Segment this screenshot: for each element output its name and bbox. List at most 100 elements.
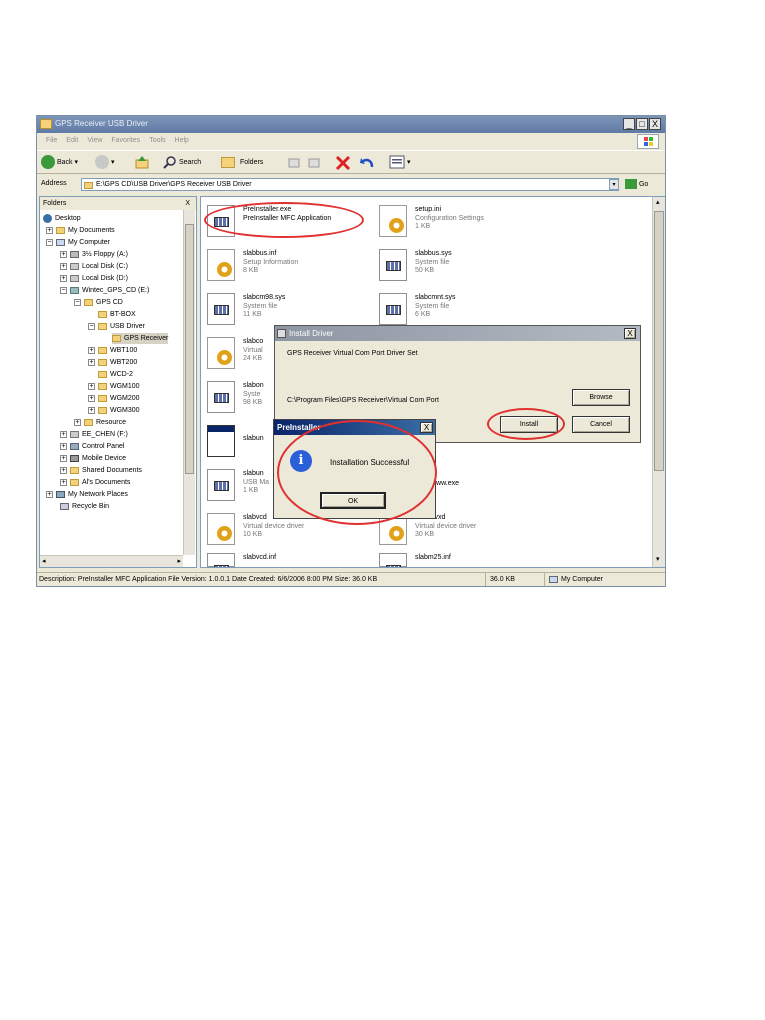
tree-item-control-panel[interactable]: + Control Panel	[60, 441, 124, 452]
tree-item-wgm100[interactable]: + WGM100	[88, 381, 140, 392]
scroll-right-icon[interactable]: ▸	[177, 557, 181, 565]
expand-icon[interactable]: +	[60, 430, 67, 438]
title-bar[interactable]: GPS Receiver USB Driver _ □ X	[37, 116, 665, 133]
back-button[interactable]: Back ▾	[41, 155, 78, 171]
expand-icon[interactable]: +	[74, 418, 81, 426]
tree-item-shared-documents[interactable]: + Shared Documents	[60, 465, 142, 476]
address-dropdown-button[interactable]: ▾	[609, 179, 619, 190]
install-dialog-titlebar[interactable]: Install Driver	[275, 326, 640, 341]
system-file-icon	[207, 381, 235, 413]
folder-icon	[56, 226, 65, 234]
delete-button[interactable]	[335, 155, 351, 171]
scroll-down-icon[interactable]: ▾	[656, 555, 660, 563]
file-slabbus-sys[interactable]: slabbus.sys System file 50 KB	[379, 247, 579, 287]
expand-icon[interactable]: +	[46, 226, 53, 234]
expand-icon[interactable]: +	[88, 382, 95, 390]
tree-item-network-places[interactable]: + My Network Places	[46, 489, 128, 500]
scroll-up-icon[interactable]: ▴	[656, 198, 660, 206]
expand-icon[interactable]: +	[88, 406, 95, 414]
file-slabm25-inf[interactable]: slabm25.inf	[379, 551, 579, 567]
expand-icon[interactable]: +	[46, 490, 53, 498]
tree-item-gps-receiver[interactable]: GPS Receiver	[112, 333, 169, 344]
go-arrow-icon	[625, 179, 637, 190]
expand-icon[interactable]: +	[60, 466, 67, 474]
menu-tools[interactable]: Tools	[149, 137, 165, 144]
tree-item-local-disk-d[interactable]: + Local Disk (D:)	[60, 273, 128, 284]
tree-item-als-documents[interactable]: + Al's Documents	[60, 477, 130, 488]
tree-item-my-computer[interactable]: − My Computer	[46, 237, 110, 248]
move-to-button[interactable]	[287, 155, 301, 171]
tree-item-wbt100[interactable]: + WBT100	[88, 345, 137, 356]
system-file-icon	[207, 553, 235, 567]
collapse-icon[interactable]: −	[46, 238, 53, 246]
file-slabbus-inf[interactable]: slabbus.inf Setup Information 8 KB	[207, 247, 407, 287]
tree-item-bt-box[interactable]: BT-BOX	[98, 309, 136, 320]
tree-item-gps-cd[interactable]: − GPS CD	[74, 297, 123, 308]
open-folder-icon	[112, 334, 121, 342]
content-vertical-scrollbar[interactable]: ▴ ▾	[652, 197, 665, 567]
menu-file[interactable]: File	[46, 137, 57, 144]
file-slabvcd-inf[interactable]: slabvcd.inf	[207, 551, 407, 567]
status-zone: My Computer	[544, 573, 603, 586]
tree-item-mobile-device[interactable]: + Mobile Device	[60, 453, 126, 464]
forward-button[interactable]: ▾	[95, 155, 114, 171]
tree-item-floppy[interactable]: +3½ Floppy (A:)	[60, 249, 128, 260]
folders-vertical-scrollbar[interactable]	[183, 210, 195, 555]
tree-item-desktop[interactable]: Desktop	[43, 213, 81, 224]
go-button[interactable]: Go	[625, 178, 648, 191]
folders-horizontal-scrollbar[interactable]: ◂ ▸	[40, 555, 183, 567]
tree-item-ee-chen[interactable]: + EE_CHEN (F:)	[60, 429, 128, 440]
cancel-button[interactable]: Cancel	[572, 416, 630, 433]
tree-item-recycle-bin[interactable]: Recycle Bin	[60, 501, 109, 512]
tree-item-wbt200[interactable]: + WBT200	[88, 357, 137, 368]
tree-item-my-documents[interactable]: + My Documents	[46, 225, 115, 236]
expand-icon[interactable]: +	[88, 346, 95, 354]
browse-button[interactable]: Browse	[572, 389, 630, 406]
close-button[interactable]: X	[649, 118, 661, 130]
file-www-exe[interactable]: www.exe	[431, 467, 551, 507]
tree-item-wcd-2[interactable]: WCD-2	[98, 369, 133, 380]
tree-item-wintec-cd[interactable]: − Wintec_GPS_CD (E:)	[60, 285, 149, 296]
expand-icon[interactable]: +	[60, 442, 67, 450]
file-setup-ini[interactable]: setup.ini Configuration Settings 1 KB	[379, 203, 579, 243]
expand-icon[interactable]: +	[60, 250, 67, 258]
scroll-left-icon[interactable]: ◂	[42, 557, 46, 565]
expand-icon[interactable]: +	[88, 358, 95, 366]
tree-item-wgm300[interactable]: + WGM300	[88, 405, 140, 416]
tree-item-usb-driver[interactable]: − USB Driver	[88, 321, 145, 332]
folders-close-button[interactable]: X	[185, 197, 190, 210]
tree-item-wgm200[interactable]: + WGM200	[88, 393, 140, 404]
menu-favorites[interactable]: Favorites	[111, 137, 140, 144]
collapse-icon[interactable]: −	[88, 322, 95, 330]
tree-item-local-disk-c[interactable]: + Local Disk (C:)	[60, 261, 128, 272]
expand-icon[interactable]: +	[60, 454, 67, 462]
expand-icon[interactable]: +	[60, 262, 67, 270]
views-button[interactable]: ▾	[389, 155, 410, 171]
tree-item-resource[interactable]: + Resource	[74, 417, 126, 428]
address-input[interactable]: E:\GPS CD\USB Driver\GPS Receiver USB Dr…	[81, 178, 619, 191]
minimize-button[interactable]: _	[623, 118, 635, 130]
maximize-button[interactable]: □	[636, 118, 648, 130]
expand-icon[interactable]: +	[60, 478, 67, 486]
menu-view[interactable]: View	[87, 137, 102, 144]
preinstaller-close-button[interactable]: X	[420, 422, 433, 433]
up-folder-button[interactable]	[135, 155, 149, 171]
install-dialog-close-button[interactable]: X	[624, 328, 636, 339]
undo-button[interactable]	[359, 155, 375, 171]
install-dialog-heading: GPS Receiver Virtual Com Port Driver Set	[287, 350, 418, 357]
scroll-thumb[interactable]	[654, 211, 664, 471]
address-bar: Address E:\GPS CD\USB Driver\GPS Receive…	[37, 176, 665, 193]
search-button[interactable]: Search	[163, 155, 201, 171]
collapse-icon[interactable]: −	[60, 286, 67, 294]
expand-icon[interactable]: +	[60, 274, 67, 282]
menu-edit[interactable]: Edit	[66, 137, 78, 144]
expand-icon[interactable]: +	[88, 394, 95, 402]
scroll-thumb[interactable]	[185, 224, 194, 474]
install-path: C:\Program Files\GPS Receiver\Virtual Co…	[287, 397, 439, 404]
menu-help[interactable]: Help	[175, 137, 189, 144]
network-icon	[56, 490, 65, 498]
copy-to-button[interactable]	[307, 155, 321, 171]
folders-button[interactable]: Folders	[221, 155, 263, 171]
driver-file-icon	[207, 513, 235, 545]
collapse-icon[interactable]: −	[74, 298, 81, 306]
